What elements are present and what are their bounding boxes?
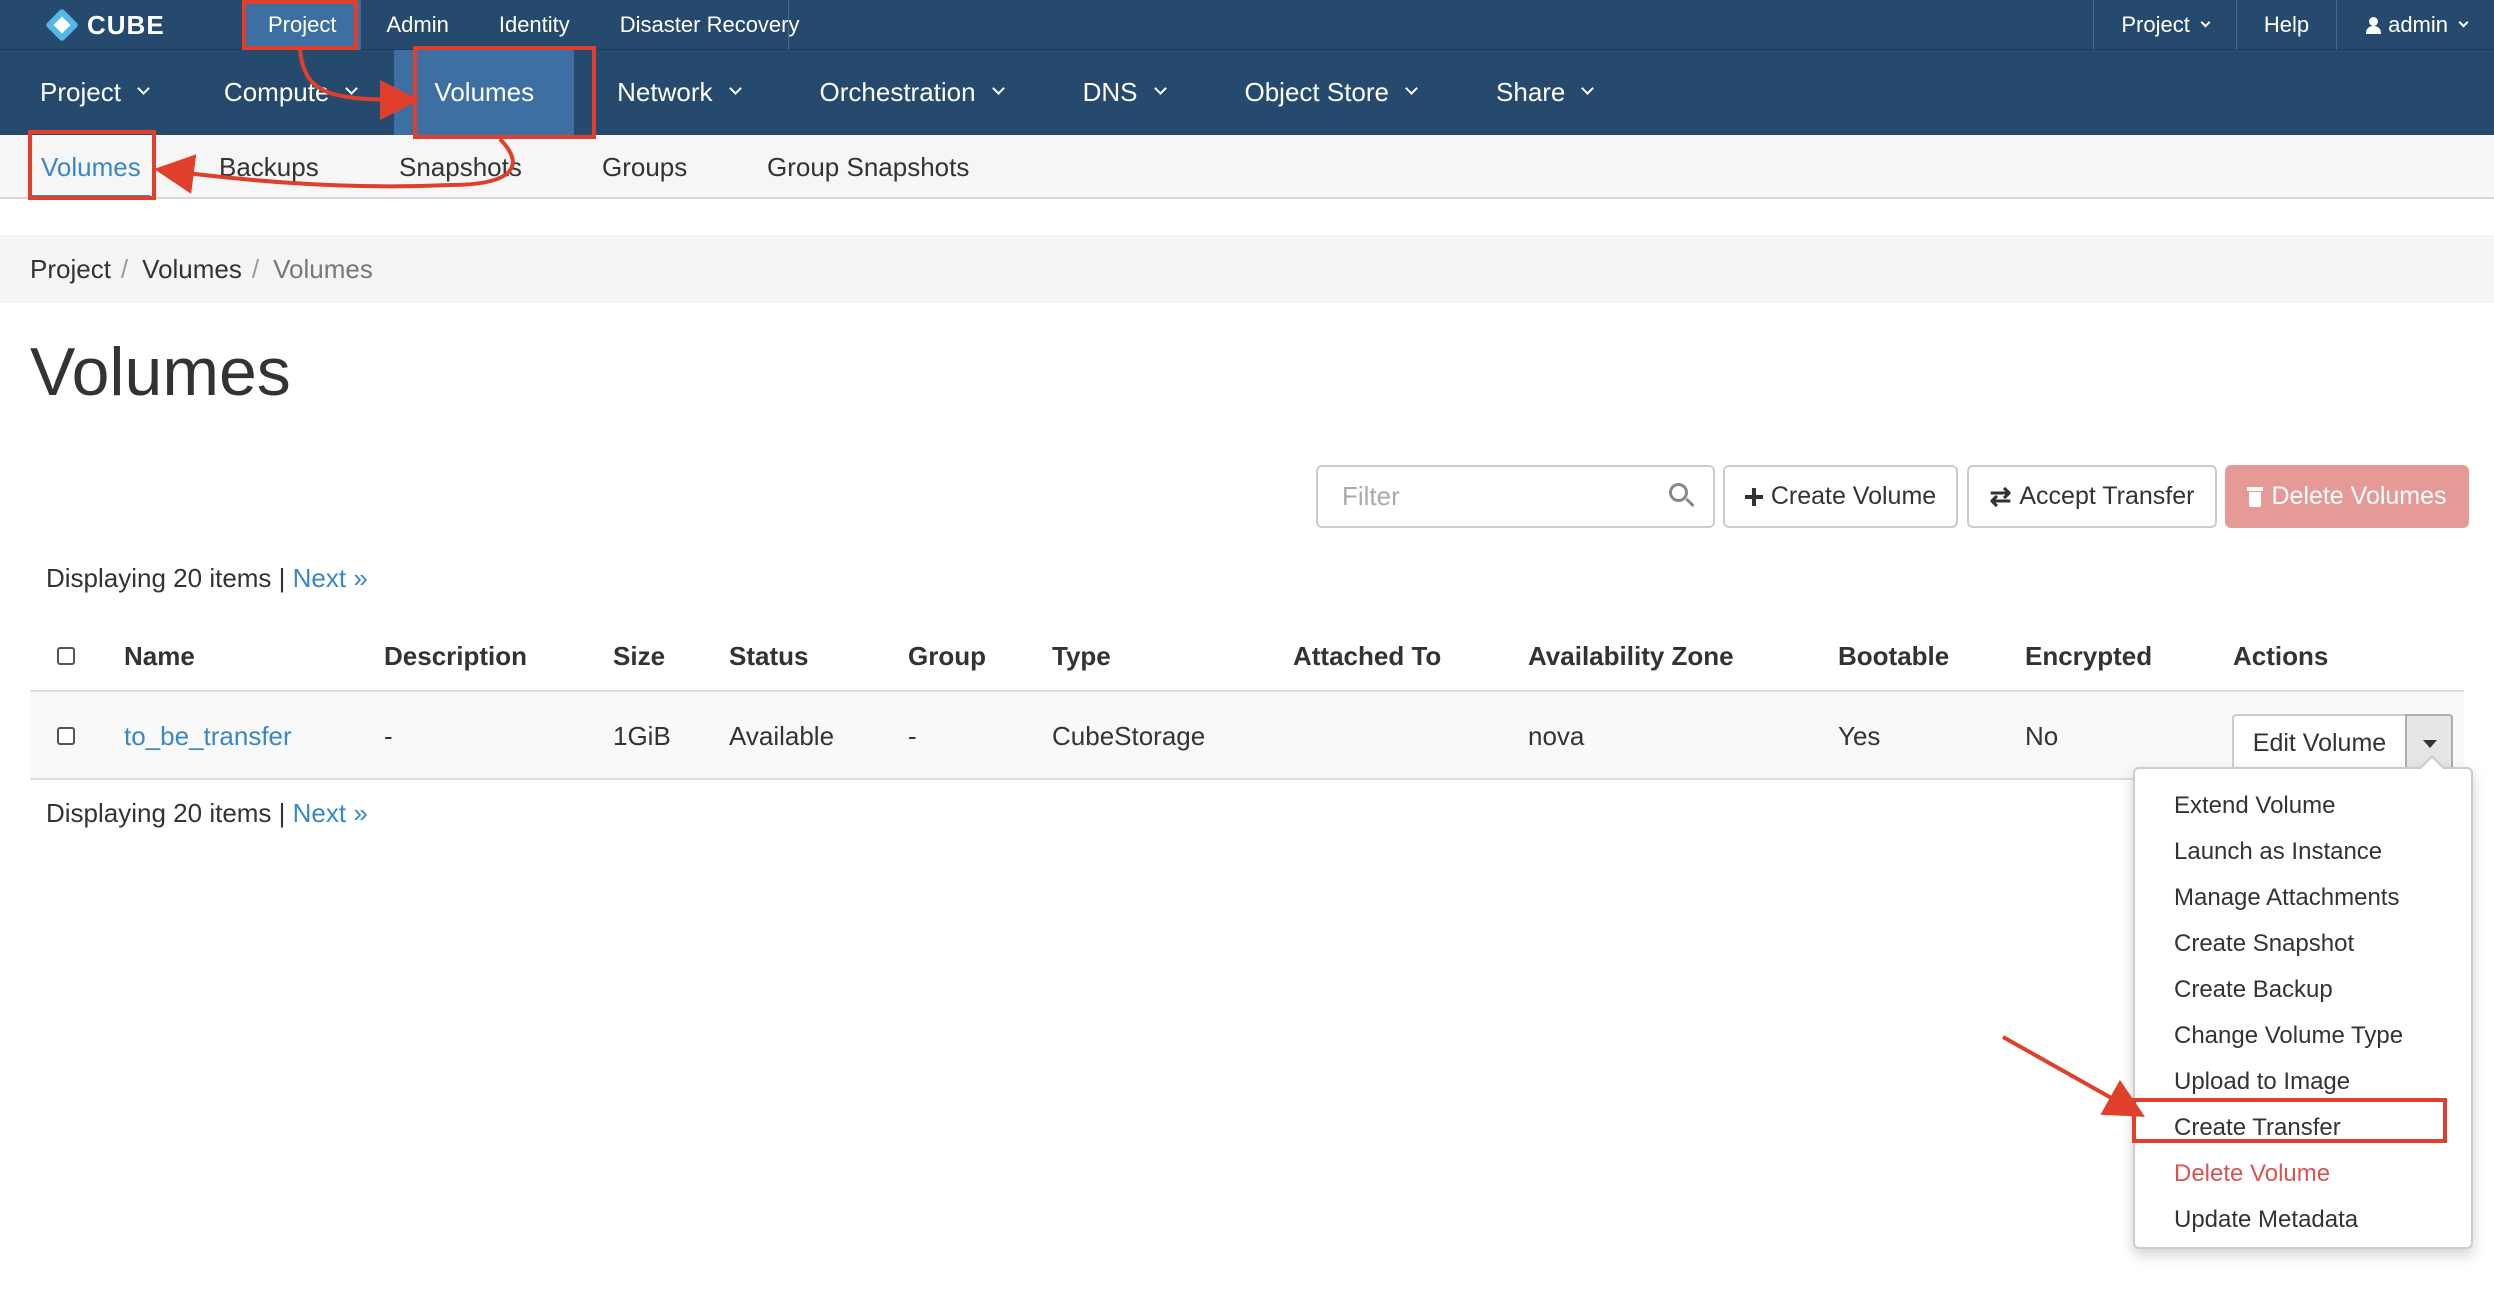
arrow-to-create-transfer [2002,1035,2145,1117]
annotation-arrows [154,49,2145,1117]
arrow-project-to-volumes [298,49,420,120]
arrow-volumes-to-subnav [154,137,515,194]
